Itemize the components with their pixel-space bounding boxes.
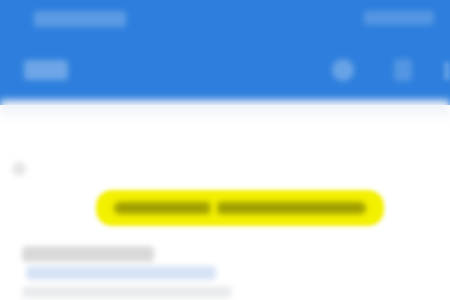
list-item-subtitle: [26, 266, 216, 280]
more-button[interactable]: [388, 55, 418, 85]
search-button[interactable]: [328, 55, 358, 85]
app-bar: [0, 0, 450, 105]
status-bar: [0, 0, 450, 40]
search-icon: [332, 59, 354, 81]
highlight-banner[interactable]: [96, 190, 384, 226]
more-icon: [394, 59, 412, 81]
app-bar-title: [24, 60, 68, 80]
status-bar-title: [34, 11, 126, 27]
overflow-edge: [444, 62, 450, 80]
app-screen: [0, 0, 450, 300]
back-icon[interactable]: [12, 162, 26, 176]
highlight-banner-text: [114, 202, 366, 214]
app-bar-shadow: [0, 100, 450, 122]
list-item-title: [22, 246, 154, 262]
status-bar-clock: [364, 11, 434, 25]
list-item-detail: [22, 286, 232, 298]
